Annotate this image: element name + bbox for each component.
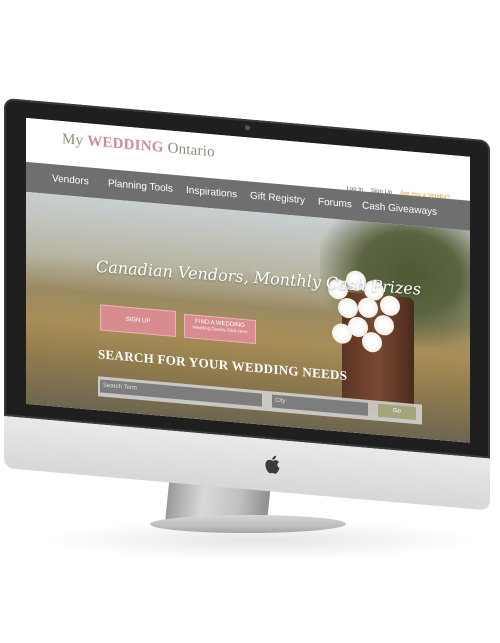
hero-banner: Canadian Vendors, Monthly Cash Prizes SI… (26, 191, 470, 443)
camera-icon (245, 125, 250, 131)
logo-my: My (62, 131, 84, 149)
screen: My WEDDING Ontario Log In Sign Up Are Yo… (26, 117, 470, 443)
nav-item-inspirations[interactable]: Inspirations (186, 185, 237, 200)
city-input[interactable]: City (272, 394, 368, 416)
site-logo[interactable]: My WEDDING Ontario (62, 131, 215, 161)
search-title: SEARCH FOR YOUR WEDDING NEEDS (98, 346, 348, 384)
nav-item-gift-registry[interactable]: Gift Registry (250, 191, 305, 207)
logo-ontario: Ontario (167, 140, 215, 161)
monitor-bezel: My WEDDING Ontario Log In Sign Up Are Yo… (4, 98, 490, 459)
apple-logo-icon (265, 455, 280, 474)
signup-button[interactable]: SIGN UP (100, 304, 176, 338)
nav-item-planning-tools[interactable]: Planning Tools (108, 178, 173, 195)
go-button[interactable]: Go (378, 403, 416, 421)
nav-item-vendors[interactable]: Vendors (52, 173, 89, 187)
imac-monitor: My WEDDING Ontario Log In Sign Up Are Yo… (4, 98, 490, 513)
search-term-input[interactable]: Search Term (100, 379, 262, 407)
find-wedding-button[interactable]: FIND A WEDDING Wedding Guests Click Here (184, 313, 256, 345)
nav-item-cash-giveaways[interactable]: Cash Giveaways (362, 200, 437, 218)
nav-item-forums[interactable]: Forums (318, 196, 352, 210)
logo-wedding: WEDDING (87, 133, 164, 156)
